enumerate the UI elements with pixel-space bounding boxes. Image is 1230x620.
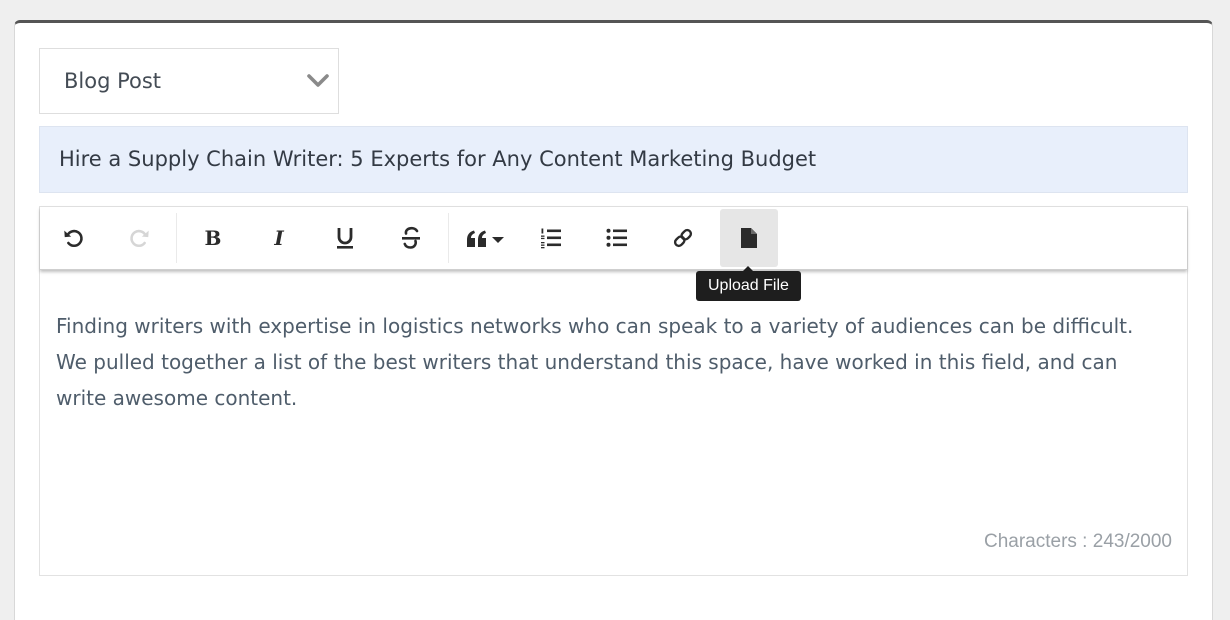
- character-counter-label: Characters :: [983, 531, 1093, 552]
- post-editor-card: Blog Post Hire a Supply Chain Writer: 5 …: [14, 20, 1213, 620]
- quote-dropdown-icon: [467, 230, 504, 247]
- underline-button[interactable]: [316, 209, 374, 267]
- ordered-list-button[interactable]: [522, 209, 580, 267]
- post-title-input[interactable]: Hire a Supply Chain Writer: 5 Experts fo…: [39, 126, 1188, 193]
- character-counter-value: 243/2000: [1092, 531, 1172, 552]
- strikethrough-icon: [402, 226, 420, 249]
- upload-file-tooltip: Upload File: [696, 266, 801, 301]
- bulleted-list-icon: [606, 228, 627, 247]
- underline-icon: [337, 228, 353, 249]
- italic-icon: I: [273, 227, 284, 249]
- upload-file-button[interactable]: [720, 209, 778, 267]
- bold-button[interactable]: B: [184, 209, 242, 267]
- undo-icon: [64, 229, 83, 248]
- redo-button[interactable]: [111, 209, 169, 267]
- redo-icon: [130, 229, 149, 248]
- italic-button[interactable]: I: [250, 209, 308, 267]
- rich-text-editor: B I Upload File Finding writers with exp…: [39, 206, 1188, 576]
- toolbar-separator: [176, 213, 177, 263]
- link-button[interactable]: [654, 209, 712, 267]
- svg-text:I: I: [273, 227, 284, 249]
- blockquote-dropdown-button[interactable]: [458, 209, 516, 267]
- link-icon: [673, 228, 693, 248]
- ordered-list-icon: [541, 228, 561, 249]
- chevron-down-icon: [307, 74, 329, 87]
- bold-icon: B: [205, 227, 222, 249]
- post-type-value: Blog Post: [64, 69, 162, 93]
- undo-button[interactable]: [44, 209, 102, 267]
- file-icon: [741, 228, 757, 248]
- toolbar-separator: [448, 213, 449, 263]
- character-counter: Characters : 243/2000: [984, 531, 1172, 553]
- editor-toolbar: B I: [40, 207, 1187, 270]
- editor-content[interactable]: Finding writers with expertise in logist…: [56, 308, 1166, 416]
- post-type-select[interactable]: Blog Post: [39, 48, 339, 114]
- bulleted-list-button[interactable]: [588, 209, 646, 267]
- svg-text:B: B: [205, 227, 222, 249]
- strikethrough-button[interactable]: [382, 209, 440, 267]
